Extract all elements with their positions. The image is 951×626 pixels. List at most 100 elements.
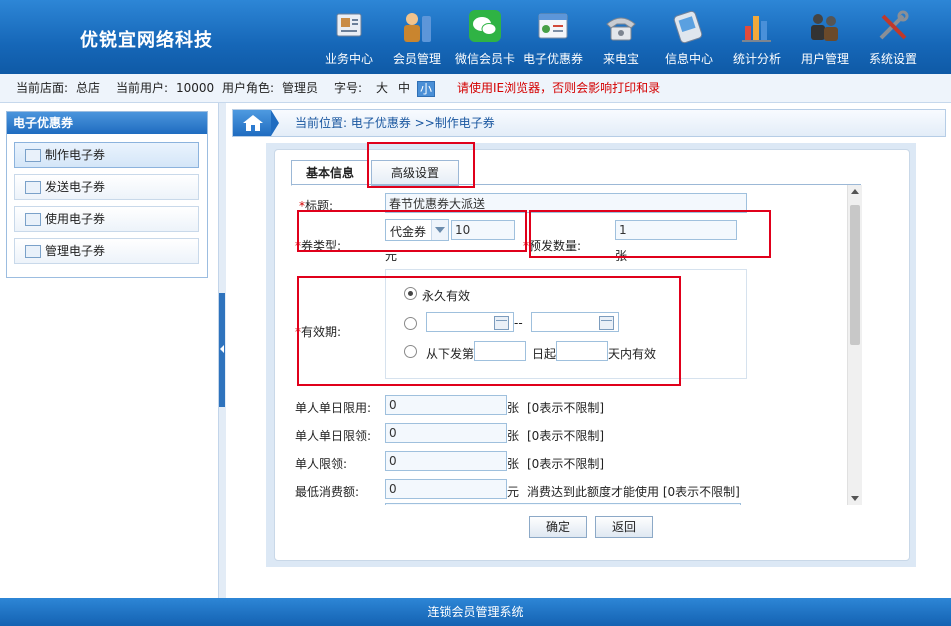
status-info-bar: 当前店面: 总店 当前用户: 10000 用户角色: 管理员 字号: 大 中 小… [0, 74, 951, 103]
start-day-input[interactable] [474, 341, 526, 361]
phone-icon [603, 10, 639, 44]
min-spend-label: 最低消费额: [295, 485, 360, 499]
collapse-sidebar-toggle[interactable] [219, 293, 225, 407]
scrollbar-thumb[interactable] [850, 205, 860, 345]
footer: 连锁会员管理系统 [0, 598, 951, 626]
amount-unit: 元 [385, 249, 398, 263]
calendar-icon[interactable] [494, 316, 509, 330]
validity-label: *有效期: [295, 325, 342, 339]
daily-use-limit-input[interactable] [385, 395, 507, 415]
min-spend-input[interactable] [385, 479, 507, 499]
nav-member-management[interactable]: 会员管理 [384, 6, 450, 70]
validity-forever-label: 永久有效 [422, 289, 471, 303]
nav-system-settings[interactable]: 系统设置 [860, 6, 926, 70]
manage-coupon-icon [25, 245, 41, 258]
sidebar-item-create-coupon[interactable]: 制作电子券 [14, 142, 199, 168]
nav-label: 信息中心 [664, 52, 713, 66]
daily-get-limit-input[interactable] [385, 423, 507, 443]
nav-label: 电子优惠券 [522, 52, 583, 66]
title-label: *标题: [299, 199, 334, 213]
member-management-icon [399, 10, 435, 44]
sidebar-item-use-coupon[interactable]: 使用电子券 [14, 206, 199, 232]
sidebar-item-manage-coupon[interactable]: 管理电子券 [14, 238, 199, 264]
validity-options-box: 永久有效 -- 从下发第 日起 天内有效 [385, 269, 747, 379]
daily-use-limit-hint: [0表示不限制] [527, 401, 604, 415]
nav-info-center[interactable]: 信息中心 [656, 6, 722, 70]
font-size-large-button[interactable]: 大 [374, 74, 390, 102]
confirm-button[interactable]: 确定 [529, 516, 587, 538]
validity-forever-radio[interactable] [404, 287, 417, 300]
calendar-icon[interactable] [599, 316, 614, 330]
nav-label: 用户管理 [800, 52, 849, 66]
chevron-down-icon [431, 220, 448, 240]
sidebar-item-label: 管理电子券 [45, 244, 106, 258]
per-person-limit-hint: [0表示不限制] [527, 457, 604, 471]
nav-label: 会员管理 [392, 52, 441, 66]
nav-wechat-card[interactable]: 微信会员卡 [452, 6, 518, 70]
validity-day-start-label: 日起 [532, 347, 557, 361]
home-button[interactable] [233, 110, 279, 136]
coupon-icon [535, 10, 571, 44]
scroll-down-icon[interactable] [851, 496, 859, 501]
date-separator: -- [514, 316, 523, 330]
daily-get-limit-unit: 张 [507, 429, 520, 443]
min-spend-hint: 消费达到此额度才能使用 [0表示不限制] [527, 485, 740, 499]
next-field-input[interactable] [385, 503, 741, 505]
nav-e-coupon[interactable]: 电子优惠券 [520, 6, 586, 70]
nav-label: 微信会员卡 [454, 52, 515, 66]
sidebar-item-send-coupon[interactable]: 发送电子券 [14, 174, 199, 200]
nav-statistics[interactable]: 统计分析 [724, 6, 790, 70]
form-scrollbar[interactable] [847, 185, 862, 505]
sidebar-panel: 电子优惠券 制作电子券 发送电子券 使用电子券 管理电子券 [6, 111, 208, 278]
top-header: 优锐宜网络科技 业务中心 会员管理 微信会员卡 电子优惠券 来电宝 信息中心 统… [0, 0, 951, 74]
font-size-small-button[interactable]: 小 [417, 81, 436, 97]
per-person-limit-input[interactable] [385, 451, 507, 471]
form-card: 基本信息 高级设置 *标题: *券类型: 代金券 元 *预发数量: 张 [274, 142, 910, 561]
font-size-medium-button[interactable]: 中 [396, 74, 412, 102]
nav-label: 来电宝 [602, 52, 639, 66]
nav-label: 业务中心 [324, 52, 373, 66]
nav-call-assistant[interactable]: 来电宝 [588, 6, 654, 70]
store-value: 总店 [76, 81, 101, 95]
coupon-amount-input[interactable] [451, 220, 515, 240]
nav-business-center[interactable]: 业务中心 [316, 6, 382, 70]
main-content: 当前位置: 电子优惠券 >>制作电子券 基本信息 高级设置 *标题: *券类型:… [226, 103, 951, 598]
breadcrumb-text: 当前位置: 电子优惠券 >>制作电子券 [295, 116, 495, 130]
back-button[interactable]: 返回 [595, 516, 653, 538]
system-settings-icon [875, 10, 911, 44]
font-size-label: 字号: [334, 81, 363, 95]
validity-date-range-radio[interactable] [404, 317, 417, 330]
tab-basic-info[interactable]: 基本信息 [291, 160, 369, 186]
use-coupon-icon [25, 213, 41, 226]
nav-label: 统计分析 [732, 52, 781, 66]
create-coupon-icon [25, 149, 41, 162]
form-scroll-area: *标题: *券类型: 代金券 元 *预发数量: 张 *有效期: 永久 [291, 185, 859, 505]
nav-user-management[interactable]: 用户管理 [792, 6, 858, 70]
start-date-input[interactable] [426, 312, 514, 332]
sidebar-item-label: 发送电子券 [45, 180, 106, 194]
validity-days-label: 天内有效 [608, 347, 657, 361]
daily-use-limit-label: 单人单日限用: [295, 401, 372, 415]
quantity-label: *预发数量: [523, 239, 582, 253]
per-person-limit-unit: 张 [507, 457, 520, 471]
sidebar-item-label: 制作电子券 [45, 148, 106, 162]
coupon-type-label: *券类型: [295, 239, 342, 253]
coupon-type-select[interactable]: 代金券 [385, 219, 449, 241]
nav-label: 系统设置 [868, 52, 917, 66]
quantity-unit: 张 [615, 249, 628, 263]
home-icon [243, 115, 263, 131]
quantity-input[interactable] [615, 220, 737, 240]
business-center-icon [331, 10, 367, 44]
valid-days-input[interactable] [556, 341, 608, 361]
title-input[interactable] [385, 193, 747, 213]
tab-advanced-settings[interactable]: 高级设置 [371, 160, 459, 186]
info-center-icon [671, 10, 707, 44]
browser-warning: 请使用IE浏览器，否则会影响打印和录 [457, 81, 661, 95]
per-person-limit-label: 单人限领: [295, 457, 348, 471]
store-label: 当前店面: [16, 81, 69, 95]
validity-days-radio[interactable] [404, 345, 417, 358]
user-value: 10000 [176, 81, 215, 95]
scroll-up-icon[interactable] [851, 189, 859, 194]
coupon-type-value: 代金券 [390, 225, 427, 239]
end-date-input[interactable] [531, 312, 619, 332]
